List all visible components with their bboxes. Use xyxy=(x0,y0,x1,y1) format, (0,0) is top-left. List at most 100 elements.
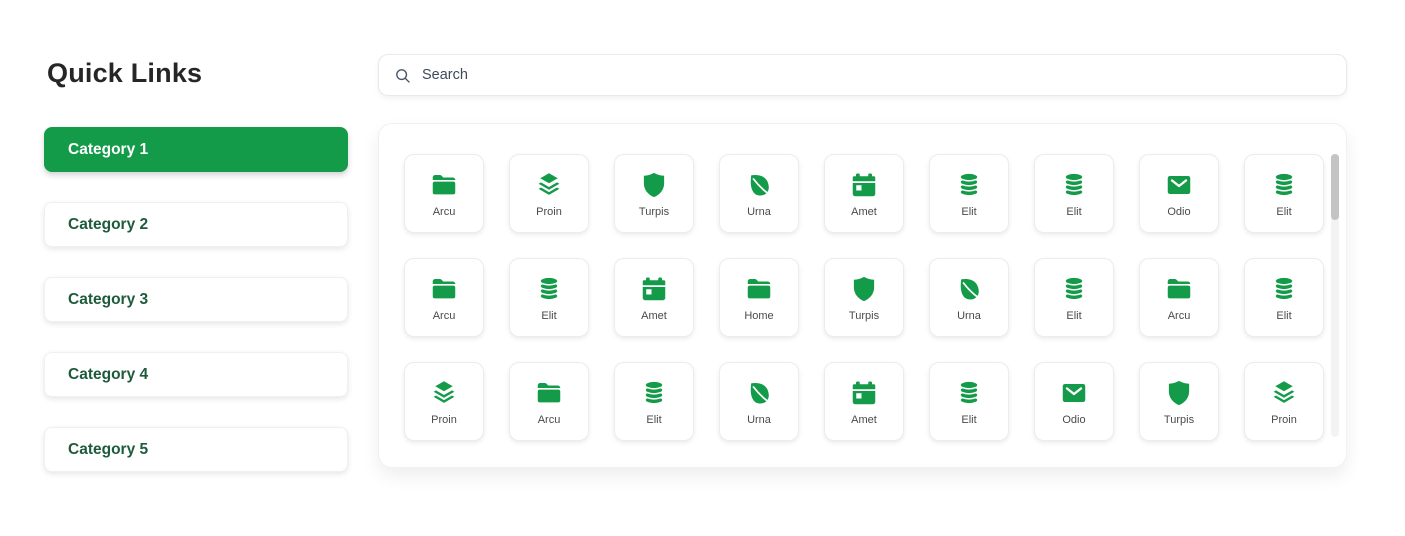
tile-label: Elit xyxy=(541,309,557,322)
sidebar-item-category-2[interactable]: Category 2 xyxy=(44,202,348,247)
tile-label: Arcu xyxy=(1167,309,1191,322)
category-label: Category 3 xyxy=(68,290,149,308)
layers-icon xyxy=(429,378,459,408)
calendar-icon xyxy=(639,274,669,304)
folder-icon xyxy=(534,378,564,408)
link-tile[interactable]: Odio xyxy=(1139,154,1219,233)
tile-label: Elit xyxy=(1276,309,1292,322)
category-label: Category 1 xyxy=(68,140,149,158)
category-label: Category 5 xyxy=(68,440,149,458)
tile-label: Amet xyxy=(851,205,877,218)
link-tile[interactable]: Arcu xyxy=(404,258,484,337)
leaf-icon xyxy=(744,378,774,408)
sidebar-item-category-5[interactable]: Category 5 xyxy=(44,427,348,472)
tile-label: Urna xyxy=(747,413,771,426)
folder-icon xyxy=(429,274,459,304)
link-tile[interactable]: Elit xyxy=(1244,258,1324,337)
link-tile[interactable]: Proin xyxy=(1244,362,1324,441)
main-content: Arcu Proin Turpis Urna Amet Elit xyxy=(378,54,1347,468)
database-icon xyxy=(954,378,984,408)
shield-icon xyxy=(639,170,669,200)
shield-icon xyxy=(849,274,879,304)
category-label: Category 4 xyxy=(68,365,149,383)
tile-label: Odio xyxy=(1167,205,1191,218)
link-tile[interactable]: Urna xyxy=(719,362,799,441)
page-title: Quick Links xyxy=(47,58,203,88)
database-icon xyxy=(534,274,564,304)
link-tile[interactable]: Elit xyxy=(1034,154,1114,233)
tile-label: Turpis xyxy=(638,205,670,218)
tile-label: Elit xyxy=(961,205,977,218)
database-icon xyxy=(954,170,984,200)
category-list: Category 1 Category 2 Category 3 Categor… xyxy=(44,127,348,502)
calendar-icon xyxy=(849,170,879,200)
folder-icon xyxy=(429,170,459,200)
link-tile[interactable]: Amet xyxy=(824,362,904,441)
mail-icon xyxy=(1164,170,1194,200)
tile-label: Odio xyxy=(1062,413,1086,426)
tile-label: Proin xyxy=(536,205,562,218)
tile-label: Amet xyxy=(851,413,877,426)
tile-label: Elit xyxy=(646,413,662,426)
link-tile[interactable]: Arcu xyxy=(509,362,589,441)
tile-label: Elit xyxy=(1066,309,1082,322)
search-input[interactable] xyxy=(422,67,1332,83)
tile-label: Urna xyxy=(957,309,981,322)
link-tile[interactable]: Amet xyxy=(614,258,694,337)
link-tile[interactable]: Odio xyxy=(1034,362,1114,441)
leaf-icon xyxy=(744,170,774,200)
link-tile[interactable]: Turpis xyxy=(614,154,694,233)
tile-label: Proin xyxy=(1271,413,1297,426)
tile-label: Arcu xyxy=(537,413,561,426)
database-icon xyxy=(639,378,669,408)
link-tile[interactable]: Elit xyxy=(1244,154,1324,233)
link-tile[interactable]: Turpis xyxy=(824,258,904,337)
link-tile[interactable]: Proin xyxy=(509,154,589,233)
tile-label: Arcu xyxy=(432,205,456,218)
tile-label: Elit xyxy=(1276,205,1292,218)
tile-label: Amet xyxy=(641,309,667,322)
sidebar-item-category-1[interactable]: Category 1 xyxy=(44,127,348,172)
layers-icon xyxy=(1269,378,1299,408)
link-tile[interactable]: Proin xyxy=(404,362,484,441)
sidebar-item-category-4[interactable]: Category 4 xyxy=(44,352,348,397)
category-label: Category 2 xyxy=(68,215,149,233)
link-tile[interactable]: Elit xyxy=(614,362,694,441)
link-tile[interactable]: Arcu xyxy=(404,154,484,233)
leaf-icon xyxy=(954,274,984,304)
tile-label: Proin xyxy=(431,413,457,426)
link-tile[interactable]: Elit xyxy=(509,258,589,337)
link-tile[interactable]: Elit xyxy=(929,154,1009,233)
tile-label: Turpis xyxy=(848,309,880,322)
layers-icon xyxy=(534,170,564,200)
shield-icon xyxy=(1164,378,1194,408)
database-icon xyxy=(1269,170,1299,200)
link-tile[interactable]: Elit xyxy=(1034,258,1114,337)
link-tile[interactable]: Elit xyxy=(929,362,1009,441)
scrollbar-track[interactable] xyxy=(1331,154,1339,437)
links-grid: Arcu Proin Turpis Urna Amet Elit Elit Od… xyxy=(404,154,1346,441)
scrollbar-thumb[interactable] xyxy=(1331,154,1339,220)
tile-label: Urna xyxy=(747,205,771,218)
tile-label: Turpis xyxy=(1163,413,1195,426)
sidebar-item-category-3[interactable]: Category 3 xyxy=(44,277,348,322)
links-panel: Arcu Proin Turpis Urna Amet Elit Elit Od… xyxy=(378,123,1347,468)
link-tile[interactable]: Urna xyxy=(929,258,1009,337)
database-icon xyxy=(1059,170,1089,200)
database-icon xyxy=(1059,274,1089,304)
tile-label: Elit xyxy=(961,413,977,426)
tile-label: Elit xyxy=(1066,205,1082,218)
link-tile[interactable]: Amet xyxy=(824,154,904,233)
link-tile[interactable]: Arcu xyxy=(1139,258,1219,337)
search-icon xyxy=(396,68,410,83)
link-tile[interactable]: Home xyxy=(719,258,799,337)
database-icon xyxy=(1269,274,1299,304)
search-bar[interactable] xyxy=(378,54,1347,96)
link-tile[interactable]: Turpis xyxy=(1139,362,1219,441)
calendar-icon xyxy=(849,378,879,408)
mail-icon xyxy=(1059,378,1089,408)
link-tile[interactable]: Urna xyxy=(719,154,799,233)
quick-links-page: Quick Links Category 1 Category 2 Catego… xyxy=(0,0,1405,536)
folder-icon xyxy=(1164,274,1194,304)
folder-icon xyxy=(744,274,774,304)
